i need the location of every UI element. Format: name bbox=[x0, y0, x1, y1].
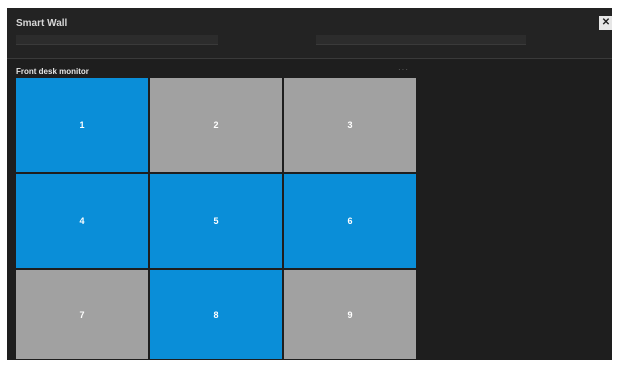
tile-label: 1 bbox=[79, 120, 85, 130]
wall-tile-1[interactable]: 1 bbox=[15, 77, 149, 173]
wall-tile-2[interactable]: 2 bbox=[149, 77, 283, 173]
monitor-menu-icon[interactable]: ··· bbox=[398, 65, 409, 74]
window-title: Smart Wall bbox=[16, 18, 68, 29]
close-icon[interactable]: ✕ bbox=[599, 16, 612, 30]
wall-tile-3[interactable]: 3 bbox=[283, 77, 417, 173]
wall-tile-6[interactable]: 6 bbox=[283, 173, 417, 269]
tile-label: 8 bbox=[213, 309, 219, 320]
smart-wall-window: Smart Wall ✕ Front desk monitor ··· 1 2 … bbox=[7, 8, 612, 360]
left-input-field[interactable] bbox=[16, 35, 218, 45]
tile-label: 2 bbox=[213, 120, 219, 130]
tile-label: 3 bbox=[347, 120, 353, 130]
wall-tile-4[interactable]: 4 bbox=[15, 173, 149, 269]
wall-tile-7[interactable]: 7 bbox=[15, 269, 149, 360]
tile-label: 5 bbox=[213, 216, 219, 226]
video-wall-grid: 1 2 3 4 5 6 7 8 9 bbox=[15, 77, 417, 360]
monitor-label: Front desk monitor bbox=[16, 67, 89, 76]
tile-label: 9 bbox=[347, 309, 353, 320]
wall-tile-8[interactable]: 8 bbox=[149, 269, 283, 360]
tile-label: 6 bbox=[347, 216, 353, 226]
wall-tile-5[interactable]: 5 bbox=[149, 173, 283, 269]
right-input-field[interactable] bbox=[316, 35, 526, 45]
header-divider bbox=[7, 58, 612, 59]
wall-tile-9[interactable]: 9 bbox=[283, 269, 417, 360]
tile-label: 7 bbox=[79, 309, 85, 320]
window-header: Smart Wall ✕ bbox=[7, 8, 612, 58]
tile-label: 4 bbox=[79, 216, 85, 226]
